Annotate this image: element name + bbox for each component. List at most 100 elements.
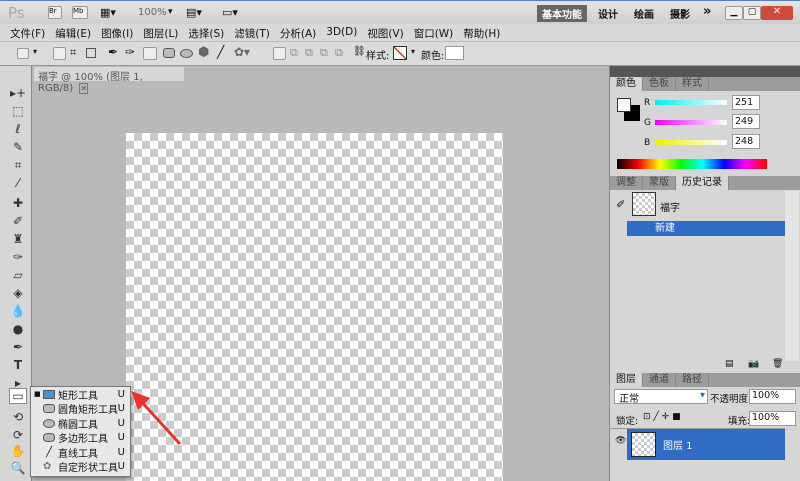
3d-rotate-icon[interactable]: ⟲ bbox=[9, 410, 27, 426]
tool-preset-dropdown-icon[interactable]: ▾ bbox=[33, 47, 37, 56]
r-value-input[interactable]: 251 bbox=[732, 95, 760, 110]
lock-icons[interactable]: ⊡ ╱ ✛ ■ bbox=[643, 412, 681, 422]
g-value-input[interactable]: 249 bbox=[732, 114, 760, 129]
screen-mode-dropdown[interactable]: ▭▾ bbox=[222, 6, 238, 19]
color-swatch[interactable] bbox=[445, 46, 464, 60]
lasso-tool-icon[interactable]: ℓ bbox=[9, 122, 27, 138]
paths-button[interactable]: ⌗ bbox=[70, 46, 76, 60]
minibridge-button[interactable]: Mb bbox=[72, 6, 88, 19]
subtract-shape-icon[interactable]: ⧉ bbox=[305, 46, 313, 60]
rounded-rectangle-icon[interactable] bbox=[163, 48, 175, 58]
3d-orbit-icon[interactable]: ⟳ bbox=[9, 428, 27, 444]
eraser-icon[interactable]: ▱ bbox=[9, 268, 27, 284]
delete-state-icon[interactable]: 🗑 bbox=[772, 359, 783, 369]
eyedropper-icon[interactable]: ⁄ bbox=[9, 176, 27, 192]
history-brush-source-icon[interactable]: ✐ bbox=[616, 198, 625, 211]
pen-tool-icon[interactable]: ✒ bbox=[108, 45, 118, 59]
flyout-item-polygon[interactable]: 多边形工具 U bbox=[31, 431, 130, 445]
flyout-item-line[interactable]: ╱ 直线工具 U bbox=[31, 445, 130, 460]
close-button[interactable]: ✕ bbox=[761, 6, 793, 20]
layer-row[interactable]: 图层 1 bbox=[627, 429, 785, 460]
custom-shape-icon[interactable]: ✿▾ bbox=[234, 45, 250, 59]
tab-masks[interactable]: 蒙版 bbox=[643, 176, 676, 190]
minimize-button[interactable]: ▁ bbox=[725, 6, 743, 20]
workspace-design[interactable]: 设计 bbox=[598, 6, 618, 21]
workspace-essentials[interactable]: 基本功能 bbox=[537, 5, 587, 22]
menu-edit[interactable]: 编辑(E) bbox=[51, 24, 97, 41]
polygon-icon[interactable]: ⬢ bbox=[198, 45, 209, 60]
workspace-photography[interactable]: 摄影 bbox=[670, 6, 690, 21]
workspace-painting[interactable]: 绘画 bbox=[634, 6, 654, 21]
arrange-documents-dropdown[interactable]: ▤▾ bbox=[186, 6, 202, 19]
flyout-item-custom-shape[interactable]: ✿ 自定形状工具 U bbox=[31, 460, 130, 474]
paint-bucket-icon[interactable]: ◈ bbox=[9, 286, 27, 302]
menu-select[interactable]: 选择(S) bbox=[184, 24, 230, 41]
visibility-eye-icon[interactable]: 👁 bbox=[615, 436, 626, 446]
color-spectrum-ramp[interactable] bbox=[617, 159, 767, 169]
style-dropdown-icon[interactable]: ▾ bbox=[411, 47, 415, 56]
tab-history[interactable]: 历史记录 bbox=[676, 176, 729, 190]
menu-analysis[interactable]: 分析(A) bbox=[276, 24, 322, 41]
exclude-shape-icon[interactable]: ⧉ bbox=[335, 46, 343, 60]
blur-tool-icon[interactable]: 💧 bbox=[9, 304, 27, 320]
bridge-button[interactable]: Br bbox=[48, 6, 62, 19]
ellipse-icon[interactable] bbox=[180, 49, 193, 58]
intersect-shape-icon[interactable]: ⧉ bbox=[320, 46, 328, 60]
style-picker[interactable] bbox=[393, 46, 407, 60]
menu-layer[interactable]: 图层(L) bbox=[139, 24, 184, 41]
history-brush-icon[interactable]: ✑ bbox=[9, 250, 27, 266]
zoom-level[interactable]: 100% bbox=[138, 7, 167, 18]
more-workspaces-button[interactable]: » bbox=[703, 4, 711, 19]
hand-tool-icon[interactable]: ✋ bbox=[9, 444, 27, 460]
tab-color[interactable]: 颜色 bbox=[610, 77, 643, 91]
pen-tool-icon[interactable]: ✒ bbox=[9, 340, 27, 356]
close-document-icon[interactable]: ✕ bbox=[79, 83, 89, 94]
flyout-item-rounded-rectangle[interactable]: 圆角矩形工具 U bbox=[31, 402, 130, 416]
quick-selection-icon[interactable]: ✎ bbox=[9, 140, 27, 156]
freeform-pen-icon[interactable]: ✑ bbox=[125, 45, 135, 59]
opacity-input[interactable]: 100% bbox=[749, 389, 796, 404]
healing-brush-icon[interactable]: ✚ bbox=[9, 196, 27, 212]
tab-swatches[interactable]: 色板 bbox=[643, 77, 676, 91]
menu-view[interactable]: 视图(V) bbox=[363, 24, 409, 41]
menu-filter[interactable]: 滤镜(T) bbox=[230, 24, 276, 41]
new-document-from-state-icon[interactable]: ▤ bbox=[725, 359, 734, 369]
blend-mode-select[interactable]: 正常 ▾ bbox=[614, 389, 708, 405]
zoom-dropdown-icon[interactable]: ▾ bbox=[168, 7, 173, 17]
flyout-item-rectangle[interactable]: ■ 矩形工具 U bbox=[31, 387, 130, 402]
tab-channels[interactable]: 通道 bbox=[643, 373, 676, 387]
tab-layers[interactable]: 图层 bbox=[610, 373, 643, 387]
move-tool-icon[interactable]: ▸+ bbox=[9, 86, 27, 102]
flyout-item-ellipse[interactable]: 椭圆工具 U bbox=[31, 416, 130, 431]
snapshot-thumbnail[interactable] bbox=[632, 192, 656, 216]
b-slider[interactable] bbox=[655, 140, 727, 145]
line-icon[interactable]: ╱ bbox=[217, 45, 224, 59]
tool-preset-picker[interactable] bbox=[17, 48, 29, 59]
tab-paths[interactable]: 路径 bbox=[676, 373, 709, 387]
tab-styles[interactable]: 样式 bbox=[676, 77, 709, 91]
fill-pixels-button[interactable] bbox=[86, 48, 96, 58]
history-state-new[interactable]: 新建 bbox=[627, 221, 785, 236]
brush-tool-icon[interactable]: ✐ bbox=[9, 214, 27, 230]
b-value-input[interactable]: 248 bbox=[732, 134, 760, 149]
history-scrollbar[interactable] bbox=[785, 191, 799, 361]
create-new-shape-layer-icon[interactable] bbox=[273, 47, 286, 60]
rectangle-shape-icon[interactable] bbox=[143, 47, 157, 60]
clone-stamp-icon[interactable]: ♜ bbox=[9, 232, 27, 248]
fill-input[interactable]: 100% bbox=[749, 411, 796, 426]
zoom-tool-icon[interactable]: 🔍 bbox=[9, 461, 27, 477]
maximize-button[interactable]: ▢ bbox=[743, 6, 761, 20]
menu-window[interactable]: 窗口(W) bbox=[410, 24, 460, 41]
menu-3d[interactable]: 3D(D) bbox=[322, 24, 363, 41]
r-slider[interactable] bbox=[655, 100, 727, 105]
foreground-color-swatch[interactable] bbox=[617, 98, 631, 112]
link-icon[interactable]: ⛓ bbox=[353, 46, 366, 57]
add-to-shape-icon[interactable]: ⧉ bbox=[290, 46, 298, 60]
dodge-tool-icon[interactable]: ● bbox=[9, 322, 27, 338]
document-tab[interactable]: 福字 @ 100% (图层 1, RGB/8) ✕ bbox=[34, 67, 184, 94]
menu-help[interactable]: 帮助(H) bbox=[459, 24, 506, 41]
menu-file[interactable]: 文件(F) bbox=[6, 24, 51, 41]
view-extras-dropdown[interactable]: ▦▾ bbox=[100, 6, 116, 19]
rectangle-tool-icon[interactable]: ▭ bbox=[9, 388, 27, 404]
marquee-tool-icon[interactable]: ⬚ bbox=[9, 104, 27, 120]
